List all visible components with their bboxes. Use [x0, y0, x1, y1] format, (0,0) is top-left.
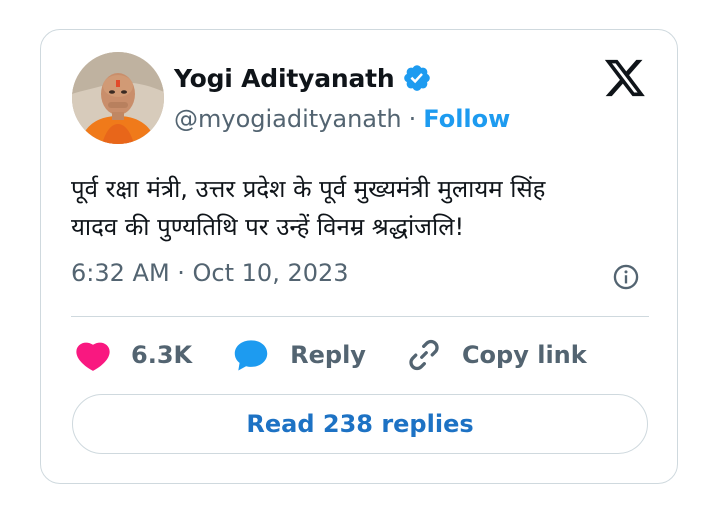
author-name[interactable]: Yogi Adityanath	[174, 64, 395, 93]
avatar[interactable]	[72, 52, 164, 144]
tweet-card: Yogi Adityanath @myogiadityanath · Follo…	[40, 29, 678, 484]
tweet-text-line-2: यादव की पुण्यतिथि पर उन्हें विनम्र श्रद्…	[71, 213, 465, 241]
reply-button[interactable]: Reply	[232, 338, 366, 372]
read-replies-button[interactable]: Read 238 replies	[72, 394, 648, 454]
heart-icon	[76, 342, 110, 371]
follow-button[interactable]: Follow	[423, 105, 510, 133]
separator-dot: ·	[408, 105, 417, 133]
action-bar: 6.3K Reply Copy link	[75, 335, 627, 375]
link-icon	[409, 339, 439, 371]
speech-bubble-icon	[234, 340, 268, 371]
likes-count: 6.3K	[131, 341, 193, 369]
author-name-row: Yogi Adityanath	[174, 62, 432, 94]
tweet-text: पूर्व रक्षा मंत्री, उत्तर प्रदेश के पूर्…	[71, 170, 651, 246]
tweet-text-line-1: पूर्व रक्षा मंत्री, उत्तर प्रदेश के पूर्…	[71, 175, 546, 203]
author-handle-row: @myogiadityanath · Follow	[174, 103, 510, 135]
info-icon[interactable]	[612, 263, 640, 291]
copy-link-button[interactable]: Copy link	[406, 337, 587, 373]
like-button[interactable]: 6.3K	[75, 338, 192, 372]
author-handle[interactable]: @myogiadityanath	[174, 105, 402, 133]
reply-label: Reply	[290, 341, 366, 369]
tweet-timestamp[interactable]: 6:32 AM · Oct 10, 2023	[71, 259, 349, 287]
read-replies-label: Read 238 replies	[246, 410, 474, 438]
verified-badge-icon	[403, 65, 430, 91]
avatar-image	[72, 52, 164, 144]
copy-link-label: Copy link	[461, 341, 587, 369]
x-logo-icon[interactable]	[603, 58, 647, 98]
divider	[71, 316, 649, 317]
